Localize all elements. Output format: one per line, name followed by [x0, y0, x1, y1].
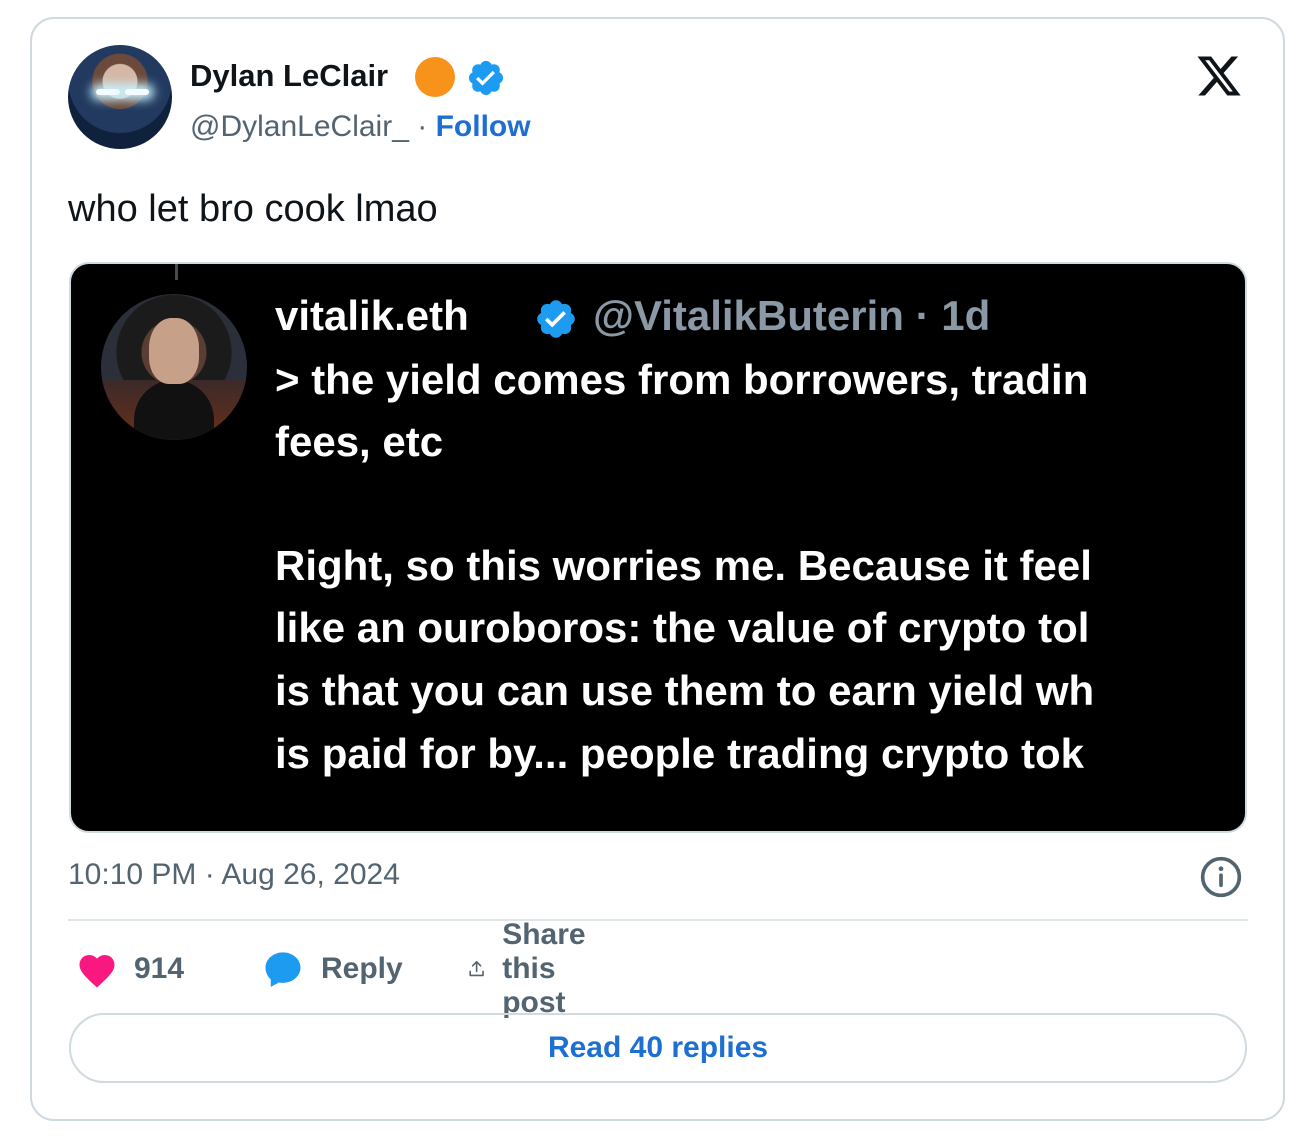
quoted-line: like an ouroboros: the value of crypto t… [275, 604, 1090, 651]
share-button[interactable]: Share this post [467, 918, 606, 1019]
quoted-handle: @VitalikButerin [593, 292, 904, 339]
author-avatar[interactable] [68, 45, 172, 149]
quoted-line: Right, so this worries me. Because it fe… [275, 542, 1092, 589]
info-icon[interactable] [1199, 855, 1243, 899]
quoted-author-handle: @VitalikButerin · 1d [593, 292, 990, 340]
thread-line [175, 264, 178, 280]
author-handle-line: @DylanLeClair_ · Follow [190, 110, 531, 144]
follow-link[interactable]: Follow [436, 110, 531, 143]
tweet-text: who let bro cook lmao [68, 188, 438, 230]
quoted-tweet-image[interactable]: vitalik.eth @VitalikButerin · 1d > the y… [69, 262, 1247, 833]
read-replies-button[interactable]: Read 40 replies [69, 1013, 1247, 1083]
orange-circle-badge [415, 57, 455, 97]
avatar-eye-left [96, 89, 120, 95]
divider [68, 919, 1248, 921]
reply-label: Reply [321, 952, 403, 985]
verified-icon [468, 60, 504, 96]
x-logo-icon[interactable] [1192, 52, 1246, 100]
quoted-line: is that you can use them to earn yield w… [275, 667, 1095, 714]
quoted-author-avatar [101, 294, 247, 440]
like-button[interactable]: 914 [76, 944, 184, 994]
quoted-age: · 1d [915, 292, 991, 339]
heart-icon [79, 955, 115, 988]
handle-separator: · [417, 110, 428, 143]
avatar-face [149, 318, 199, 384]
quoted-verified-icon [537, 300, 575, 338]
quoted-line: > the yield comes from borrowers, tradin [275, 356, 1089, 403]
author-handle[interactable]: @DylanLeClair_ [190, 110, 409, 143]
author-name[interactable]: Dylan LeClair [190, 58, 388, 94]
tweet-timestamp[interactable]: 10:10 PM · Aug 26, 2024 [68, 858, 400, 892]
like-count: 914 [134, 952, 185, 985]
quoted-author-name: vitalik.eth [275, 292, 469, 339]
quoted-line: fees, etc [275, 418, 444, 465]
share-label: Share this post [502, 918, 586, 1019]
quoted-line: is paid for by... people trading crypto … [275, 730, 1084, 777]
avatar-eye-right [125, 89, 149, 95]
reply-button[interactable]: Reply [261, 944, 403, 994]
share-icon [469, 960, 484, 977]
reply-icon [265, 952, 301, 987]
